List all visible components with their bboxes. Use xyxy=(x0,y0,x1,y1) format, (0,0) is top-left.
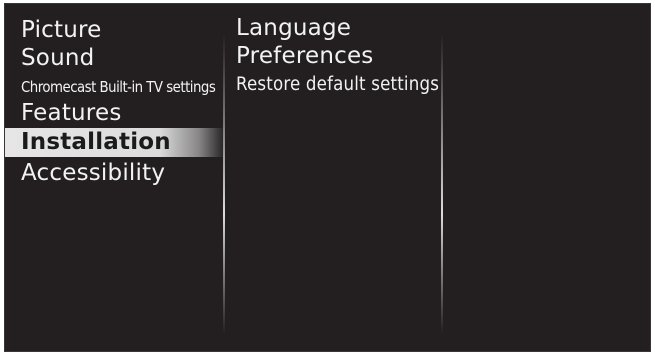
submenu: Language Preferences Restore default set… xyxy=(236,14,441,100)
menu-item-features[interactable]: Features xyxy=(5,99,223,127)
column-divider xyxy=(223,34,225,334)
main-menu: Picture Sound Chromecast Built-in TV set… xyxy=(5,16,225,187)
submenu-item-restore-label: Restore default settings xyxy=(236,74,440,95)
submenu-item-restore-defaults[interactable]: Restore default settings xyxy=(236,70,441,100)
menu-item-picture[interactable]: Picture xyxy=(5,16,223,44)
tv-settings-screen: Picture Sound Chromecast Built-in TV set… xyxy=(4,3,651,352)
menu-item-chromecast-settings[interactable]: Chromecast Built-in TV settings xyxy=(5,72,223,99)
submenu-item-language[interactable]: Language xyxy=(236,14,441,42)
column-divider xyxy=(441,34,443,334)
detail-panel xyxy=(445,4,650,351)
menu-item-accessibility[interactable]: Accessibility xyxy=(5,159,223,187)
menu-item-sound[interactable]: Sound xyxy=(5,44,223,72)
submenu-item-preferences[interactable]: Preferences xyxy=(236,42,441,70)
menu-item-installation[interactable]: Installation xyxy=(5,128,225,157)
menu-item-chromecast-label: Chromecast Built-in TV settings xyxy=(21,78,216,96)
